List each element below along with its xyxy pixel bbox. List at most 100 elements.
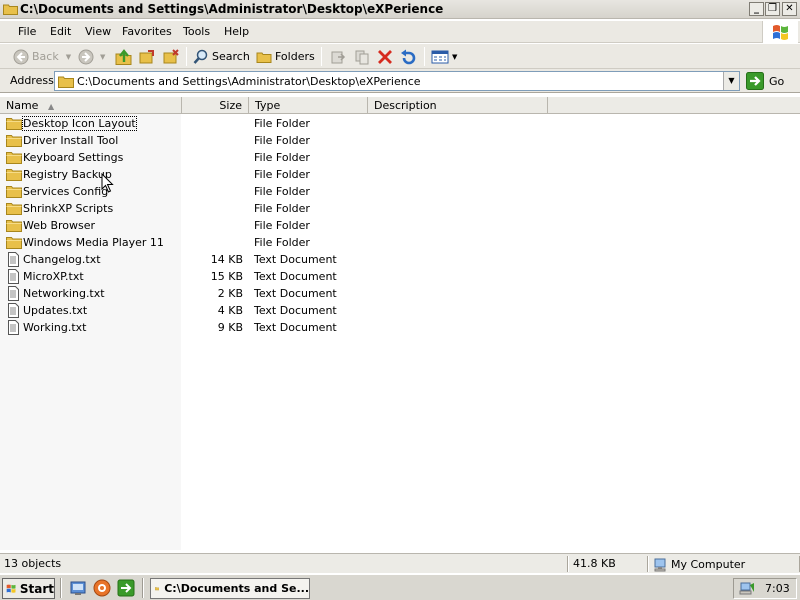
- file-name: Changelog.txt: [23, 253, 101, 266]
- move-to-button[interactable]: [138, 46, 156, 67]
- column-header-name[interactable]: Name ▲: [0, 97, 182, 114]
- folder-icon: [6, 237, 22, 249]
- system-tray: 7:03: [733, 578, 797, 599]
- browser-icon[interactable]: [93, 579, 111, 597]
- file-type: File Folder: [254, 168, 310, 181]
- file-row[interactable]: Networking.txt 2 KB Text Document: [0, 285, 800, 302]
- file-name: Services Config: [23, 185, 109, 198]
- folder-row[interactable]: Web Browser File Folder: [0, 217, 800, 234]
- move-button[interactable]: [330, 46, 346, 67]
- folder-row[interactable]: Services Config File Folder: [0, 183, 800, 200]
- folder-row[interactable]: Driver Install Tool File Folder: [0, 132, 800, 149]
- forward-button[interactable]: ▼: [78, 46, 105, 67]
- quick-launch-arrow-icon[interactable]: [117, 579, 135, 597]
- folder-icon: [6, 133, 22, 150]
- network-tray-icon[interactable]: [738, 581, 756, 597]
- windows-flag-icon: [773, 25, 788, 40]
- up-folder-button[interactable]: [115, 46, 133, 67]
- folder-icon: [6, 220, 22, 232]
- file-row[interactable]: Working.txt 9 KB Text Document: [0, 319, 800, 336]
- column-header-type[interactable]: Type: [249, 97, 368, 114]
- start-button[interactable]: Start: [2, 578, 55, 599]
- search-button[interactable]: Search: [193, 46, 250, 67]
- folder-icon: [6, 218, 22, 235]
- file-row[interactable]: Changelog.txt 14 KB Text Document: [0, 251, 800, 268]
- taskbar-separator: [142, 578, 144, 598]
- views-dropdown-icon[interactable]: ▼: [452, 53, 457, 61]
- toolbar: Back ▼ ▼ Search Folders ▼: [0, 44, 800, 69]
- title-bar: C:\Documents and Settings\Administrator\…: [0, 0, 800, 19]
- up-folder-icon: [115, 48, 132, 65]
- window-title: C:\Documents and Settings\Administrator\…: [20, 2, 444, 16]
- menu-view[interactable]: View: [85, 25, 111, 38]
- taskbar-window-button[interactable]: C:\Documents and Se...: [150, 578, 310, 599]
- back-dropdown-icon[interactable]: ▼: [66, 53, 71, 61]
- folder-icon: [6, 186, 22, 198]
- views-button[interactable]: ▼: [431, 46, 457, 67]
- file-type: Text Document: [254, 304, 337, 317]
- column-header-description[interactable]: Description: [368, 97, 548, 114]
- show-desktop-icon[interactable]: [69, 579, 87, 597]
- menu-bar: File Edit View Favorites Tools Help: [0, 21, 800, 43]
- text-document-icon: [6, 320, 20, 338]
- taskbar-separator: [60, 578, 62, 598]
- file-size: 9 KB: [217, 321, 243, 334]
- file-type: File Folder: [254, 117, 310, 130]
- file-type: Text Document: [254, 253, 337, 266]
- windows-flag-icon: [6, 584, 16, 593]
- copy-button[interactable]: [354, 46, 370, 67]
- folders-icon: [256, 52, 272, 63]
- file-size: 4 KB: [217, 304, 243, 317]
- file-name: Driver Install Tool: [23, 134, 119, 147]
- file-name: Web Browser: [23, 219, 96, 232]
- file-size: 14 KB: [210, 253, 243, 266]
- move-icon: [331, 51, 346, 63]
- file-type: File Folder: [254, 134, 310, 147]
- menu-help[interactable]: Help: [224, 25, 249, 38]
- file-row[interactable]: Updates.txt 4 KB Text Document: [0, 302, 800, 319]
- folder-row[interactable]: Desktop Icon Layout File Folder: [0, 115, 800, 132]
- address-bar: Address C:\Documents and Settings\Admini…: [0, 69, 800, 93]
- file-name: Registry Backup: [23, 168, 112, 181]
- folder-row[interactable]: Keyboard Settings File Folder: [0, 149, 800, 166]
- file-type: File Folder: [254, 151, 310, 164]
- file-name: MicroXP.txt: [23, 270, 84, 283]
- menu-tools[interactable]: Tools: [183, 25, 210, 38]
- menu-file[interactable]: File: [18, 25, 36, 38]
- delete-icon: [378, 49, 392, 64]
- go-button[interactable]: Go: [746, 72, 784, 90]
- file-size: 15 KB: [210, 270, 243, 283]
- file-row[interactable]: MicroXP.txt 15 KB Text Document: [0, 268, 800, 285]
- forward-arrow-icon: [78, 49, 94, 64]
- folder-row[interactable]: Windows Media Player 11 File Folder: [0, 234, 800, 251]
- undo-icon: [401, 49, 416, 64]
- address-value: C:\Documents and Settings\Administrator\…: [77, 75, 421, 88]
- my-computer-icon: [654, 558, 666, 571]
- copy-to-button[interactable]: [162, 46, 180, 67]
- delete-button[interactable]: [377, 46, 393, 67]
- toolbar-separator: [321, 47, 322, 66]
- toolbar-separator: [186, 47, 187, 66]
- minimize-button[interactable]: _: [749, 2, 764, 16]
- menu-favorites[interactable]: Favorites: [122, 25, 172, 38]
- file-list[interactable]: Desktop Icon Layout File Folder Driver Ins…: [0, 114, 800, 550]
- copy-to-icon: [163, 48, 179, 63]
- address-dropdown-button[interactable]: ▼: [723, 72, 739, 90]
- toolbar-separator: [424, 47, 425, 66]
- forward-dropdown-icon[interactable]: ▼: [100, 53, 105, 61]
- menu-edit[interactable]: Edit: [50, 25, 71, 38]
- undo-button[interactable]: [400, 46, 417, 67]
- back-button[interactable]: Back ▼: [13, 46, 71, 67]
- folder-row[interactable]: ShrinkXP Scripts File Folder: [0, 200, 800, 217]
- go-arrow-icon: [746, 72, 764, 90]
- file-name: Desktop Icon Layout: [22, 116, 137, 131]
- folder-row[interactable]: Registry Backup File Folder: [0, 166, 800, 183]
- address-input[interactable]: C:\Documents and Settings\Administrator\…: [54, 71, 740, 91]
- mouse-cursor-icon: [101, 173, 114, 193]
- column-header-size[interactable]: Size: [182, 97, 249, 114]
- folders-button[interactable]: Folders: [256, 46, 315, 67]
- back-arrow-icon: [13, 49, 29, 64]
- close-button[interactable]: ✕: [782, 2, 797, 16]
- file-name: Keyboard Settings: [23, 151, 124, 164]
- restore-button[interactable]: ❐: [765, 2, 780, 16]
